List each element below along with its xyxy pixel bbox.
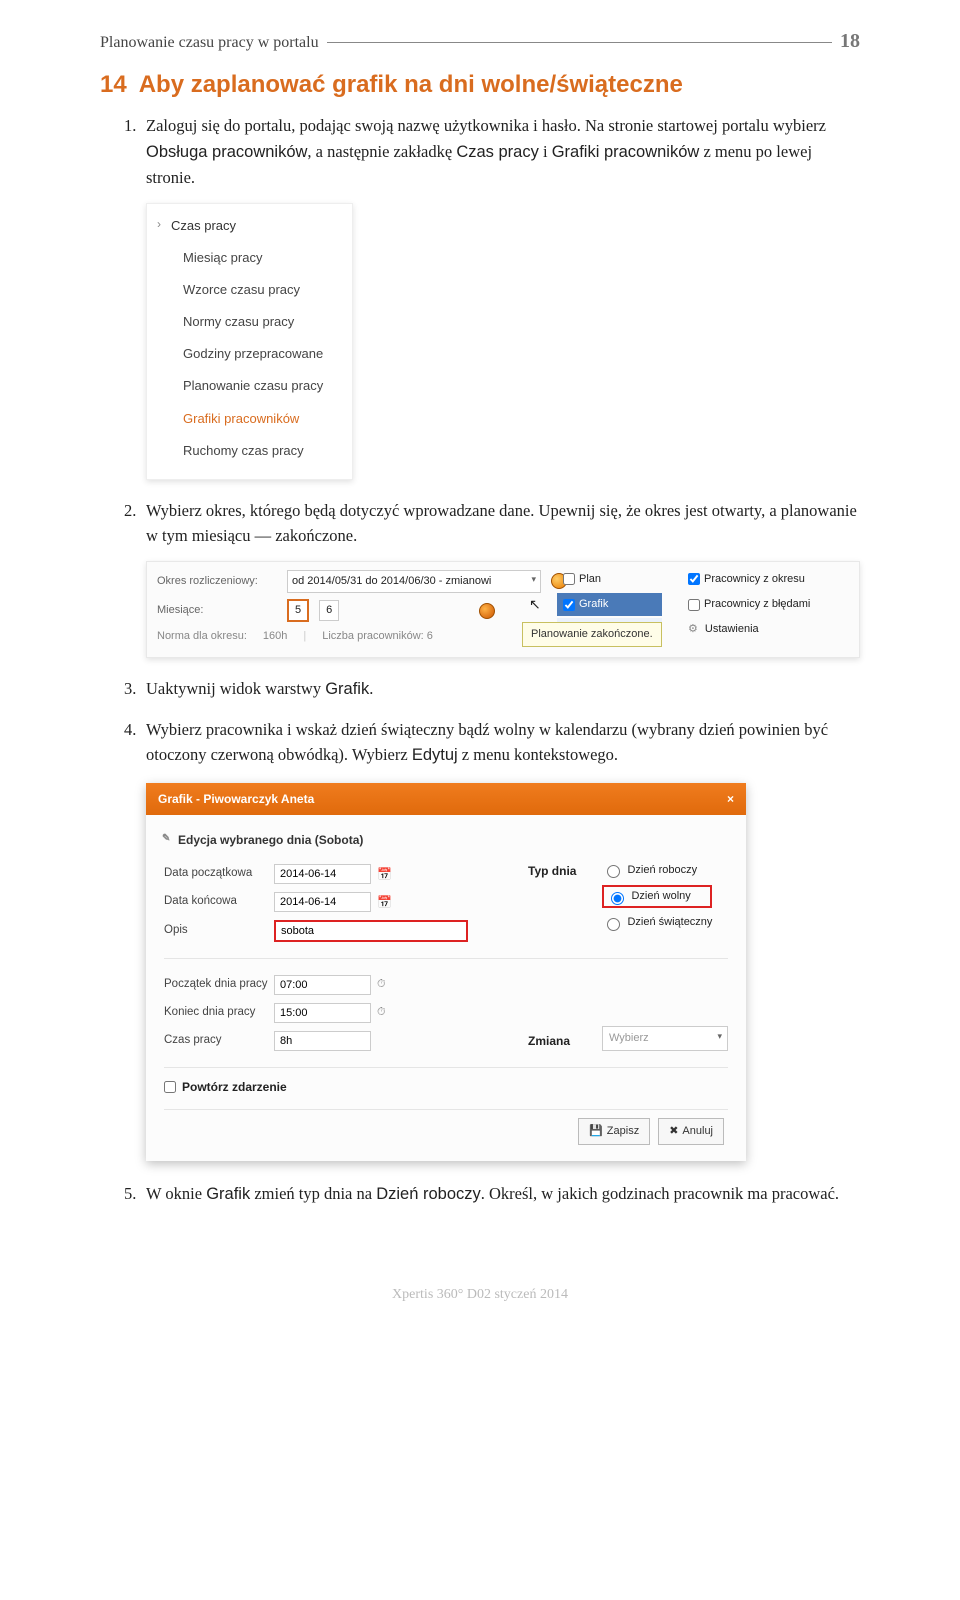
step-3: Uaktywnij widok warstwy Grafik. (124, 676, 860, 703)
pracownicy-bledy-checkbox[interactable]: Pracownicy z błędami (682, 593, 842, 616)
step-4: Wybierz pracownika i wskaż dzień świątec… (124, 717, 860, 1161)
step-1: Zaloguj się do portalu, podając swoją na… (124, 113, 860, 480)
plan-checkbox[interactable]: Plan (557, 568, 662, 591)
close-icon[interactable]: × (727, 790, 734, 809)
opis-label: Opis (164, 922, 274, 940)
cancel-icon: ✖ (669, 1123, 678, 1140)
zmiana-label: Zmiana (528, 1032, 570, 1051)
tooltip: Planowanie zakończone. (522, 622, 662, 647)
checkbox-icon[interactable] (563, 599, 575, 611)
typ-roboczy-radio[interactable]: Dzień roboczy (602, 862, 712, 879)
calendar-icon[interactable]: 📅 (377, 865, 392, 884)
menu-screenshot: Czas pracy Miesiąc pracy Wzorce czasu pr… (146, 203, 353, 480)
checkbox-icon[interactable] (688, 599, 700, 611)
menu-item[interactable]: Godziny przepracowane (147, 338, 352, 370)
dialog-subhead: Edycja wybranego dnia (Sobota) (164, 827, 728, 860)
menu-item-active[interactable]: Grafiki pracowników (147, 403, 352, 435)
header-rule (327, 42, 832, 43)
typ-wolny-radio[interactable]: Dzień wolny (602, 885, 712, 908)
radio-icon[interactable] (607, 865, 620, 878)
kon-dnia-label: Koniec dnia pracy (164, 1004, 274, 1022)
menu-head[interactable]: Czas pracy (147, 212, 352, 242)
time-icon[interactable]: ⏱ (377, 1004, 386, 1021)
liczba-label: Liczba pracowników: 6 (322, 628, 433, 645)
checkbox-icon[interactable] (164, 1081, 176, 1093)
menu-item[interactable]: Normy czasu pracy (147, 306, 352, 338)
time-icon[interactable]: ⏱ (377, 976, 386, 993)
month-option[interactable]: 6 (319, 600, 339, 621)
radio-icon[interactable] (607, 918, 620, 931)
okres-select[interactable]: od 2014/05/31 do 2014/06/30 - zmianowi (287, 570, 541, 593)
kon-dnia-input[interactable] (274, 1003, 371, 1023)
okres-label: Okres rozliczeniowy: (157, 573, 277, 590)
step-5: W oknie Grafik zmień typ dnia na Dzień r… (124, 1181, 860, 1208)
pocz-dnia-label: Początek dnia pracy (164, 976, 274, 994)
checkbox-icon[interactable] (563, 573, 575, 585)
save-icon: 💾 (589, 1123, 603, 1140)
miesiace-label: Miesiące: (157, 602, 277, 619)
month-selected[interactable]: 5 (287, 599, 309, 622)
grafik-checkbox[interactable]: Grafik (557, 593, 662, 616)
page-number: 18 (840, 30, 860, 53)
step-2: Wybierz okres, którego będą dotyczyć wpr… (124, 498, 860, 658)
status-dot-icon (479, 603, 495, 619)
czas-pracy-label: Czas pracy (164, 1032, 274, 1050)
filter-screenshot: Okres rozliczeniowy: od 2014/05/31 do 20… (146, 561, 860, 658)
cursor-icon: ↖ (529, 594, 541, 616)
czas-pracy-input[interactable] (274, 1031, 371, 1051)
page-footer: Xpertis 360° D02 styczeń 2014 (100, 1287, 860, 1303)
powtorz-checkbox[interactable]: Powtórz zdarzenie (164, 1072, 728, 1099)
menu-item[interactable]: Wzorce czasu pracy (147, 274, 352, 306)
opis-input[interactable] (274, 920, 468, 942)
radio-icon[interactable] (611, 892, 624, 905)
typ-swiateczny-radio[interactable]: Dzień świąteczny (602, 914, 712, 931)
ustawienia-link[interactable]: ⚙ Ustawienia (682, 618, 842, 641)
pocz-dnia-input[interactable] (274, 975, 371, 995)
gear-icon: ⚙ (688, 621, 698, 638)
page-header-title: Planowanie czasu pracy w portalu (100, 34, 319, 52)
typ-dnia-label: Typ dnia (528, 862, 576, 881)
dialog-screenshot: Grafik - Piwowarczyk Aneta × Edycja wybr… (146, 783, 746, 1161)
anuluj-button[interactable]: ✖ Anuluj (658, 1118, 724, 1145)
menu-item[interactable]: Ruchomy czas pracy (147, 435, 352, 467)
calendar-icon[interactable]: 📅 (377, 893, 392, 912)
zapisz-button[interactable]: 💾 Zapisz (578, 1118, 650, 1145)
menu-item[interactable]: Planowanie czasu pracy (147, 370, 352, 402)
zmiana-select[interactable]: Wybierz (602, 1026, 728, 1051)
checkbox-icon[interactable] (688, 573, 700, 585)
section-number: 14 (100, 71, 127, 99)
menu-item[interactable]: Miesiąc pracy (147, 242, 352, 274)
data-kon-input[interactable] (274, 892, 371, 912)
dialog-title: Grafik - Piwowarczyk Aneta (158, 790, 314, 809)
section-title: Aby zaplanować grafik na dni wolne/świąt… (139, 71, 683, 99)
data-pocz-label: Data początkowa (164, 865, 274, 883)
norma-value: 160h (263, 628, 287, 645)
data-kon-label: Data końcowa (164, 893, 274, 911)
data-pocz-input[interactable] (274, 864, 371, 884)
norma-label: Norma dla okresu: (157, 628, 247, 645)
pracownicy-okres-checkbox[interactable]: Pracownicy z okresu (682, 568, 842, 591)
